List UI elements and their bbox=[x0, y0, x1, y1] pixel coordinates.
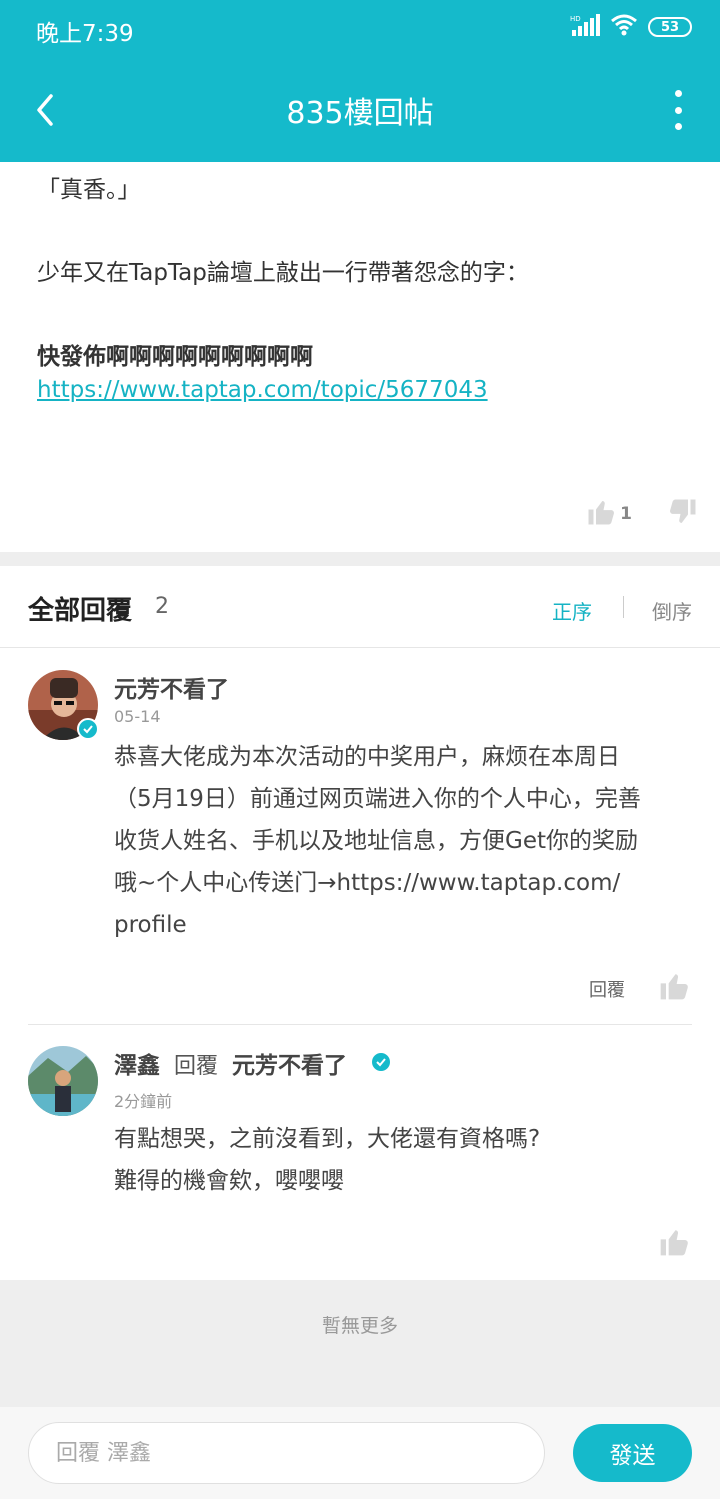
signal-icon: HD bbox=[570, 14, 600, 40]
reply-author[interactable]: 澤鑫 bbox=[114, 1046, 160, 1080]
reply-text-line: 哦~个人中心传送门→https://www.taptap.com/ bbox=[114, 870, 621, 896]
thumbs-up-icon bbox=[660, 1230, 688, 1256]
reply-text-line: profile bbox=[114, 912, 187, 938]
thumbs-up-icon bbox=[660, 974, 688, 1000]
battery-icon: 53 bbox=[648, 17, 692, 37]
reply-author[interactable]: 元芳不看了 bbox=[114, 670, 229, 704]
post-line-1: 「真香。」 bbox=[37, 177, 141, 203]
reply-text: 恭喜大佬成为本次活动的中奖用户，麻烦在本周日 （5月19日）前通过网页端进入你的… bbox=[114, 736, 641, 946]
reply-like-button[interactable] bbox=[658, 1226, 690, 1262]
dislike-button[interactable] bbox=[668, 497, 698, 531]
reply-like-button[interactable] bbox=[658, 970, 690, 1006]
reply-to-label: 回覆 bbox=[174, 1054, 219, 1079]
post-content: 「真香。」 少年又在TapTap論壇上敲出一行帶著怨念的字： 快發佈啊啊啊啊啊啊… bbox=[0, 162, 720, 552]
post-actions: 1 bbox=[586, 497, 698, 531]
like-count: 1 bbox=[620, 504, 632, 524]
reply-text-line: 有點想哭，之前沒看到，大佬還有資格嗎? bbox=[114, 1126, 541, 1152]
replies-title: 全部回覆 bbox=[28, 596, 133, 626]
reply-text-line: 難得的機會欸，嚶嚶嚶 bbox=[114, 1168, 344, 1194]
thumbs-up-icon bbox=[588, 501, 615, 525]
reply-divider bbox=[28, 1024, 692, 1025]
top-bar: 晚上7:39 HD 53 835樓回帖 bbox=[0, 0, 720, 162]
post-link[interactable]: https://www.taptap.com/topic/5677043 bbox=[37, 377, 488, 403]
list-end-area: 暫無更多 bbox=[0, 1280, 720, 1407]
replies-header: 全部回覆 2 正序 倒序 bbox=[0, 566, 720, 648]
status-icons: HD 53 bbox=[570, 14, 692, 40]
reply-input-bar: 發送 bbox=[0, 1407, 720, 1499]
post-bold-line: 快發佈啊啊啊啊啊啊啊啊啊 bbox=[37, 344, 313, 370]
replies-count: 2 bbox=[155, 594, 169, 619]
status-time: 晚上7:39 bbox=[36, 21, 134, 47]
reply-input[interactable] bbox=[28, 1422, 545, 1484]
reply-date: 2分鐘前 bbox=[114, 1092, 173, 1111]
reply-date: 05-14 bbox=[114, 707, 161, 726]
verified-badge-icon bbox=[77, 718, 99, 740]
more-options-button[interactable] bbox=[672, 90, 684, 130]
reply-text: 有點想哭，之前沒看到，大佬還有資格嗎? 難得的機會欸，嚶嚶嚶 bbox=[114, 1118, 540, 1202]
reply-button[interactable]: 回覆 bbox=[589, 976, 625, 1002]
sort-descending-tab[interactable]: 倒序 bbox=[652, 596, 692, 625]
reply-text-line: 收货人姓名、手机以及地址信息，方便Get你的奖励 bbox=[114, 828, 638, 854]
reply-to-author[interactable]: 元芳不看了 bbox=[232, 1046, 347, 1080]
like-button[interactable] bbox=[586, 497, 616, 531]
avatar[interactable] bbox=[28, 1046, 98, 1116]
network-type-label: HD bbox=[570, 15, 581, 23]
verified-badge-icon bbox=[370, 1051, 392, 1073]
section-divider bbox=[0, 552, 720, 566]
no-more-label: 暫無更多 bbox=[321, 1315, 398, 1337]
sort-separator bbox=[623, 596, 624, 618]
sort-ascending-tab[interactable]: 正序 bbox=[552, 596, 592, 625]
reply-text-line: 恭喜大佬成为本次活动的中奖用户，麻烦在本周日 bbox=[114, 744, 620, 770]
post-line-2: 少年又在TapTap論壇上敲出一行帶著怨念的字： bbox=[37, 260, 529, 286]
send-button[interactable]: 發送 bbox=[573, 1424, 692, 1482]
more-dots-icon bbox=[674, 90, 682, 97]
reply-text-line: （5月19日）前通过网页端进入你的个人中心，完善 bbox=[114, 786, 641, 812]
page-title: 835樓回帖 bbox=[286, 96, 434, 131]
thumbs-down-icon bbox=[670, 499, 696, 523]
wifi-icon bbox=[610, 14, 638, 40]
